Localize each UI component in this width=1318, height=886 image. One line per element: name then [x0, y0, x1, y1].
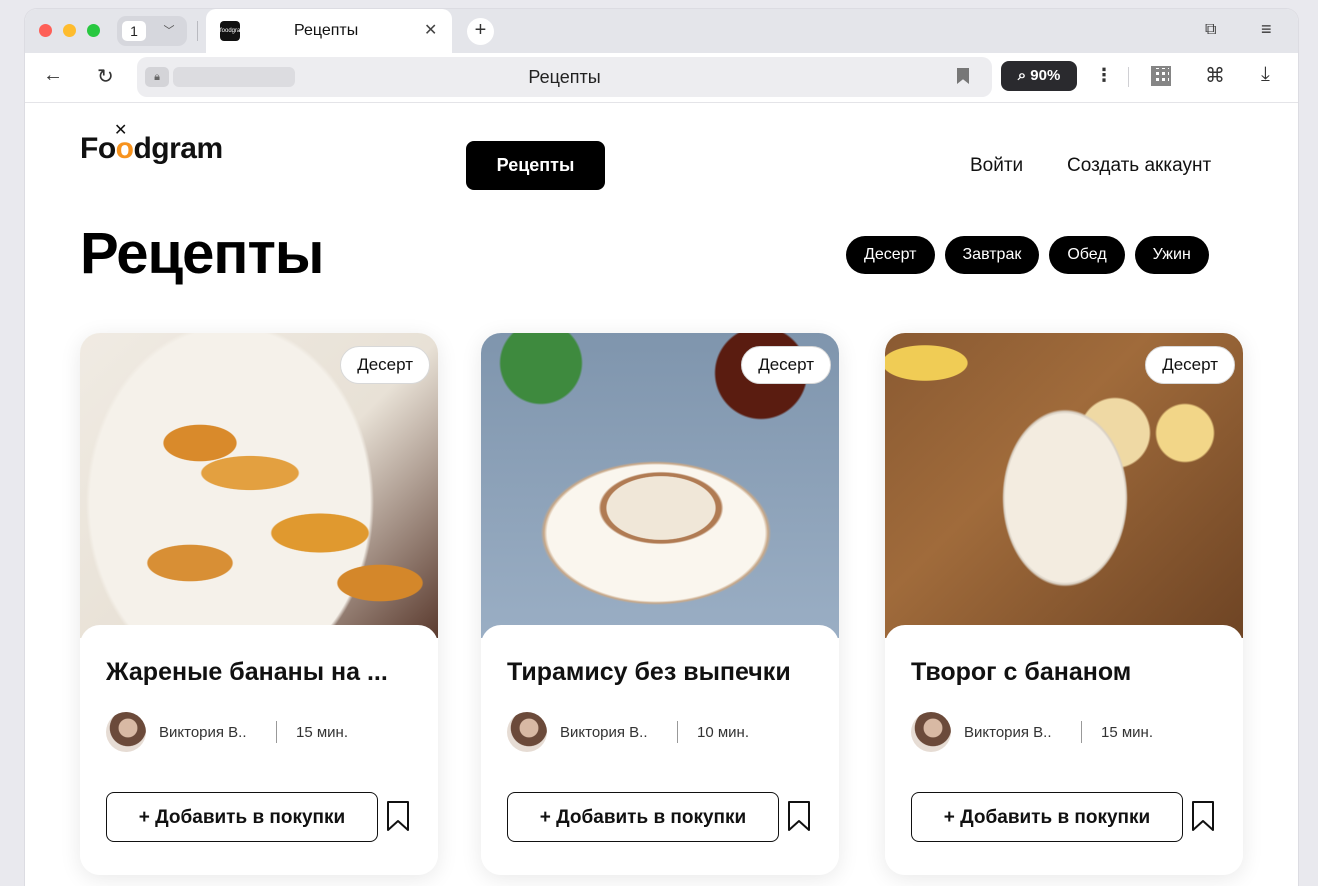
tabs-collection-icon[interactable]: ⧉: [1205, 21, 1216, 39]
bookmark-icon[interactable]: [386, 800, 410, 832]
favicon-icon: foodgram: [220, 21, 245, 41]
close-window-button[interactable]: [39, 24, 52, 37]
reload-icon[interactable]: ↻: [97, 64, 114, 89]
logo-suffix: dgram: [133, 132, 223, 165]
qr-code-icon[interactable]: [1151, 66, 1171, 86]
web-page: Foodgram ✕ Рецепты Войти Создать аккаунт…: [25, 104, 1298, 886]
category-badge: Десерт: [741, 346, 831, 384]
page-title: Рецепты: [80, 221, 324, 286]
logo-prefix: Fo: [80, 132, 116, 165]
recipe-title[interactable]: Творог с бананом: [911, 658, 1221, 687]
category-badge: Десерт: [1145, 346, 1235, 384]
add-to-cart-button[interactable]: + Добавить в покупки: [507, 792, 779, 842]
divider: [677, 721, 678, 743]
more-vertical-icon[interactable]: ⋮: [1095, 65, 1113, 86]
avatar: [911, 712, 951, 752]
filter-tags: Десерт Завтрак Обед Ужин: [846, 236, 1209, 276]
card-body: Творог с бананом Виктория В.. 15 мин. + …: [885, 625, 1243, 875]
author-name[interactable]: Виктория В..: [159, 724, 247, 741]
new-tab-button[interactable]: +: [467, 18, 494, 45]
add-to-cart-button[interactable]: + Добавить в покупки: [106, 792, 378, 842]
recipe-card[interactable]: Десерт Тирамису без выпечки Виктория В..…: [481, 333, 839, 875]
tab-title: Рецепты: [294, 22, 359, 39]
bookmark-icon[interactable]: [787, 800, 811, 832]
filter-breakfast[interactable]: Завтрак: [944, 236, 1040, 274]
nav-recipes-button[interactable]: Рецепты: [466, 141, 605, 190]
cook-time: 15 мин.: [296, 724, 348, 741]
author-name[interactable]: Виктория В..: [964, 724, 1052, 741]
add-to-cart-button[interactable]: + Добавить в покупки: [911, 792, 1183, 842]
card-body: Тирамису без выпечки Виктория В.. 10 мин…: [481, 625, 839, 875]
cook-time: 15 мин.: [1101, 724, 1153, 741]
menu-icon[interactable]: ≡: [1261, 19, 1272, 40]
recipe-card[interactable]: Десерт Творог с бананом Виктория В.. 15 …: [885, 333, 1243, 875]
foodgram-logo[interactable]: Foodgram: [80, 132, 223, 166]
tab-count-button[interactable]: 1 ﹀: [117, 16, 187, 46]
card-body: Жареные бананы на ... Виктория В.. 15 ми…: [80, 625, 438, 875]
filter-dessert[interactable]: Десерт: [846, 236, 935, 274]
maximize-window-button[interactable]: [87, 24, 100, 37]
cook-time: 10 мин.: [697, 724, 749, 741]
recipe-title[interactable]: Тирамису без выпечки: [507, 658, 817, 687]
address-title: Рецепты: [528, 67, 601, 87]
address-toolbar: ← ↻ 🔒︎ Рецепты ⌕ 90% ⋮ ⌘ ⤓: [25, 53, 1298, 103]
zoom-level-button[interactable]: ⌕ 90%: [1001, 61, 1077, 91]
browser-window: 1 ﹀ foodgram Рецепты ✕ + ⧉ ≡ ← ↻ 🔒︎ Реце…: [25, 9, 1298, 886]
tab-bar: 1 ﹀ foodgram Рецепты ✕ + ⧉ ≡: [25, 9, 1298, 53]
login-link[interactable]: Войти: [970, 155, 1023, 177]
download-icon[interactable]: ⤓: [1261, 63, 1270, 86]
divider: [1128, 67, 1129, 87]
divider: [197, 21, 198, 41]
avatar: [106, 712, 146, 752]
filter-lunch[interactable]: Обед: [1049, 236, 1125, 274]
tab-count: 1: [122, 21, 146, 41]
divider: [276, 721, 277, 743]
fork-knife-icon: ✕: [114, 122, 128, 139]
filter-dinner[interactable]: Ужин: [1134, 236, 1209, 274]
minimize-window-button[interactable]: [63, 24, 76, 37]
category-badge: Десерт: [340, 346, 430, 384]
tab-recipes[interactable]: foodgram Рецепты ✕: [206, 9, 452, 53]
recipe-card[interactable]: Десерт Жареные бананы на ... Виктория В.…: [80, 333, 438, 875]
back-arrow-icon[interactable]: ←: [43, 64, 63, 87]
close-icon[interactable]: ✕: [424, 20, 437, 40]
divider: [1081, 721, 1082, 743]
bookmark-icon[interactable]: [1191, 800, 1215, 832]
author-name[interactable]: Виктория В..: [560, 724, 648, 741]
avatar: [507, 712, 547, 752]
chevron-down-icon: ﹀: [163, 25, 175, 37]
recipe-title[interactable]: Жареные бананы на ...: [106, 658, 416, 687]
address-bar[interactable]: 🔒︎ Рецепты: [137, 57, 992, 97]
signup-link[interactable]: Создать аккаунт: [1067, 155, 1211, 177]
extensions-icon[interactable]: ⌘: [1205, 63, 1225, 88]
